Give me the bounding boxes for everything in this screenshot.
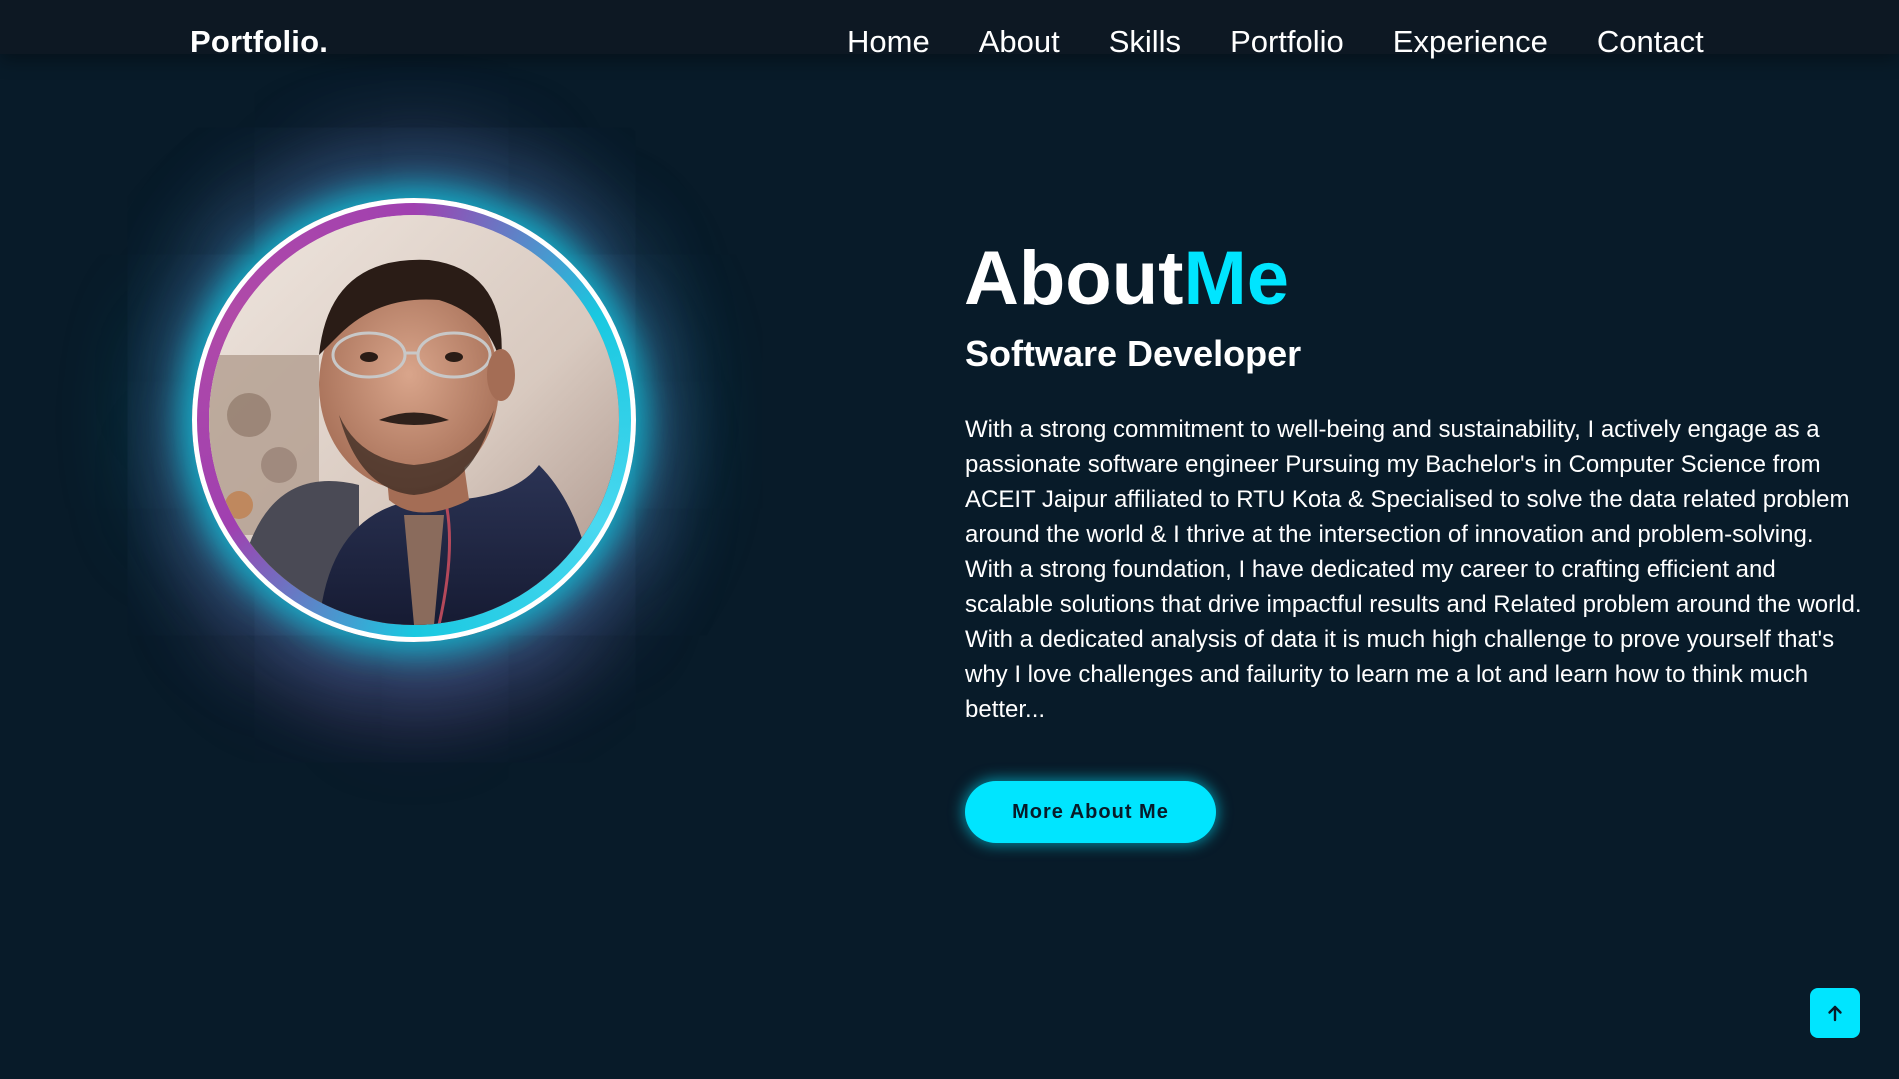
more-about-me-button[interactable]: More About Me bbox=[965, 781, 1216, 843]
about-paragraph-line: passionate software engineer Pursuing my… bbox=[965, 451, 1821, 478]
nav-link-experience[interactable]: Experience bbox=[1393, 24, 1548, 60]
scroll-to-top-button[interactable] bbox=[1810, 988, 1860, 1038]
logo-link[interactable]: Portfolio. bbox=[190, 24, 328, 60]
nav-link-portfolio[interactable]: Portfolio bbox=[1230, 24, 1344, 60]
navbar: Portfolio. Home About Skills Portfolio E… bbox=[0, 0, 1899, 59]
about-title: AboutMe bbox=[964, 234, 1289, 324]
about-paragraph-line: With a dedicated analysis of data it is … bbox=[965, 626, 1835, 653]
about-title-main: About bbox=[964, 235, 1184, 321]
nav-link-home[interactable]: Home bbox=[847, 24, 930, 60]
about-paragraph-line: scalable solutions that drive impactful … bbox=[965, 591, 1862, 618]
nav-link-about[interactable]: About bbox=[979, 24, 1060, 60]
profile-portrait-illustration bbox=[209, 215, 619, 625]
nav-link-contact[interactable]: Contact bbox=[1597, 24, 1704, 60]
about-paragraph-line: With a strong foundation, I have dedicat… bbox=[965, 556, 1776, 583]
nav-links: Home About Skills Portfolio Experience C… bbox=[847, 24, 1704, 60]
about-paragraph: With a strong commitment to well-being a… bbox=[965, 412, 1899, 727]
about-paragraph-line: why I love challenges and failurity to l… bbox=[965, 661, 1809, 688]
about-paragraph-line: around the world & I thrive at the inter… bbox=[965, 521, 1814, 548]
about-paragraph-line: ACEIT Jaipur affiliated to RTU Kota & Sp… bbox=[965, 486, 1850, 513]
about-paragraph-line: better... bbox=[965, 696, 1046, 723]
arrow-up-icon bbox=[1828, 1005, 1842, 1022]
profile-image-frame bbox=[192, 198, 636, 642]
profile-photo bbox=[209, 215, 619, 625]
nav-link-skills[interactable]: Skills bbox=[1109, 24, 1181, 60]
about-subtitle: Software Developer bbox=[965, 333, 1302, 374]
about-title-accent: Me bbox=[1183, 235, 1290, 321]
about-paragraph-line: With a strong commitment to well-being a… bbox=[965, 416, 1820, 443]
